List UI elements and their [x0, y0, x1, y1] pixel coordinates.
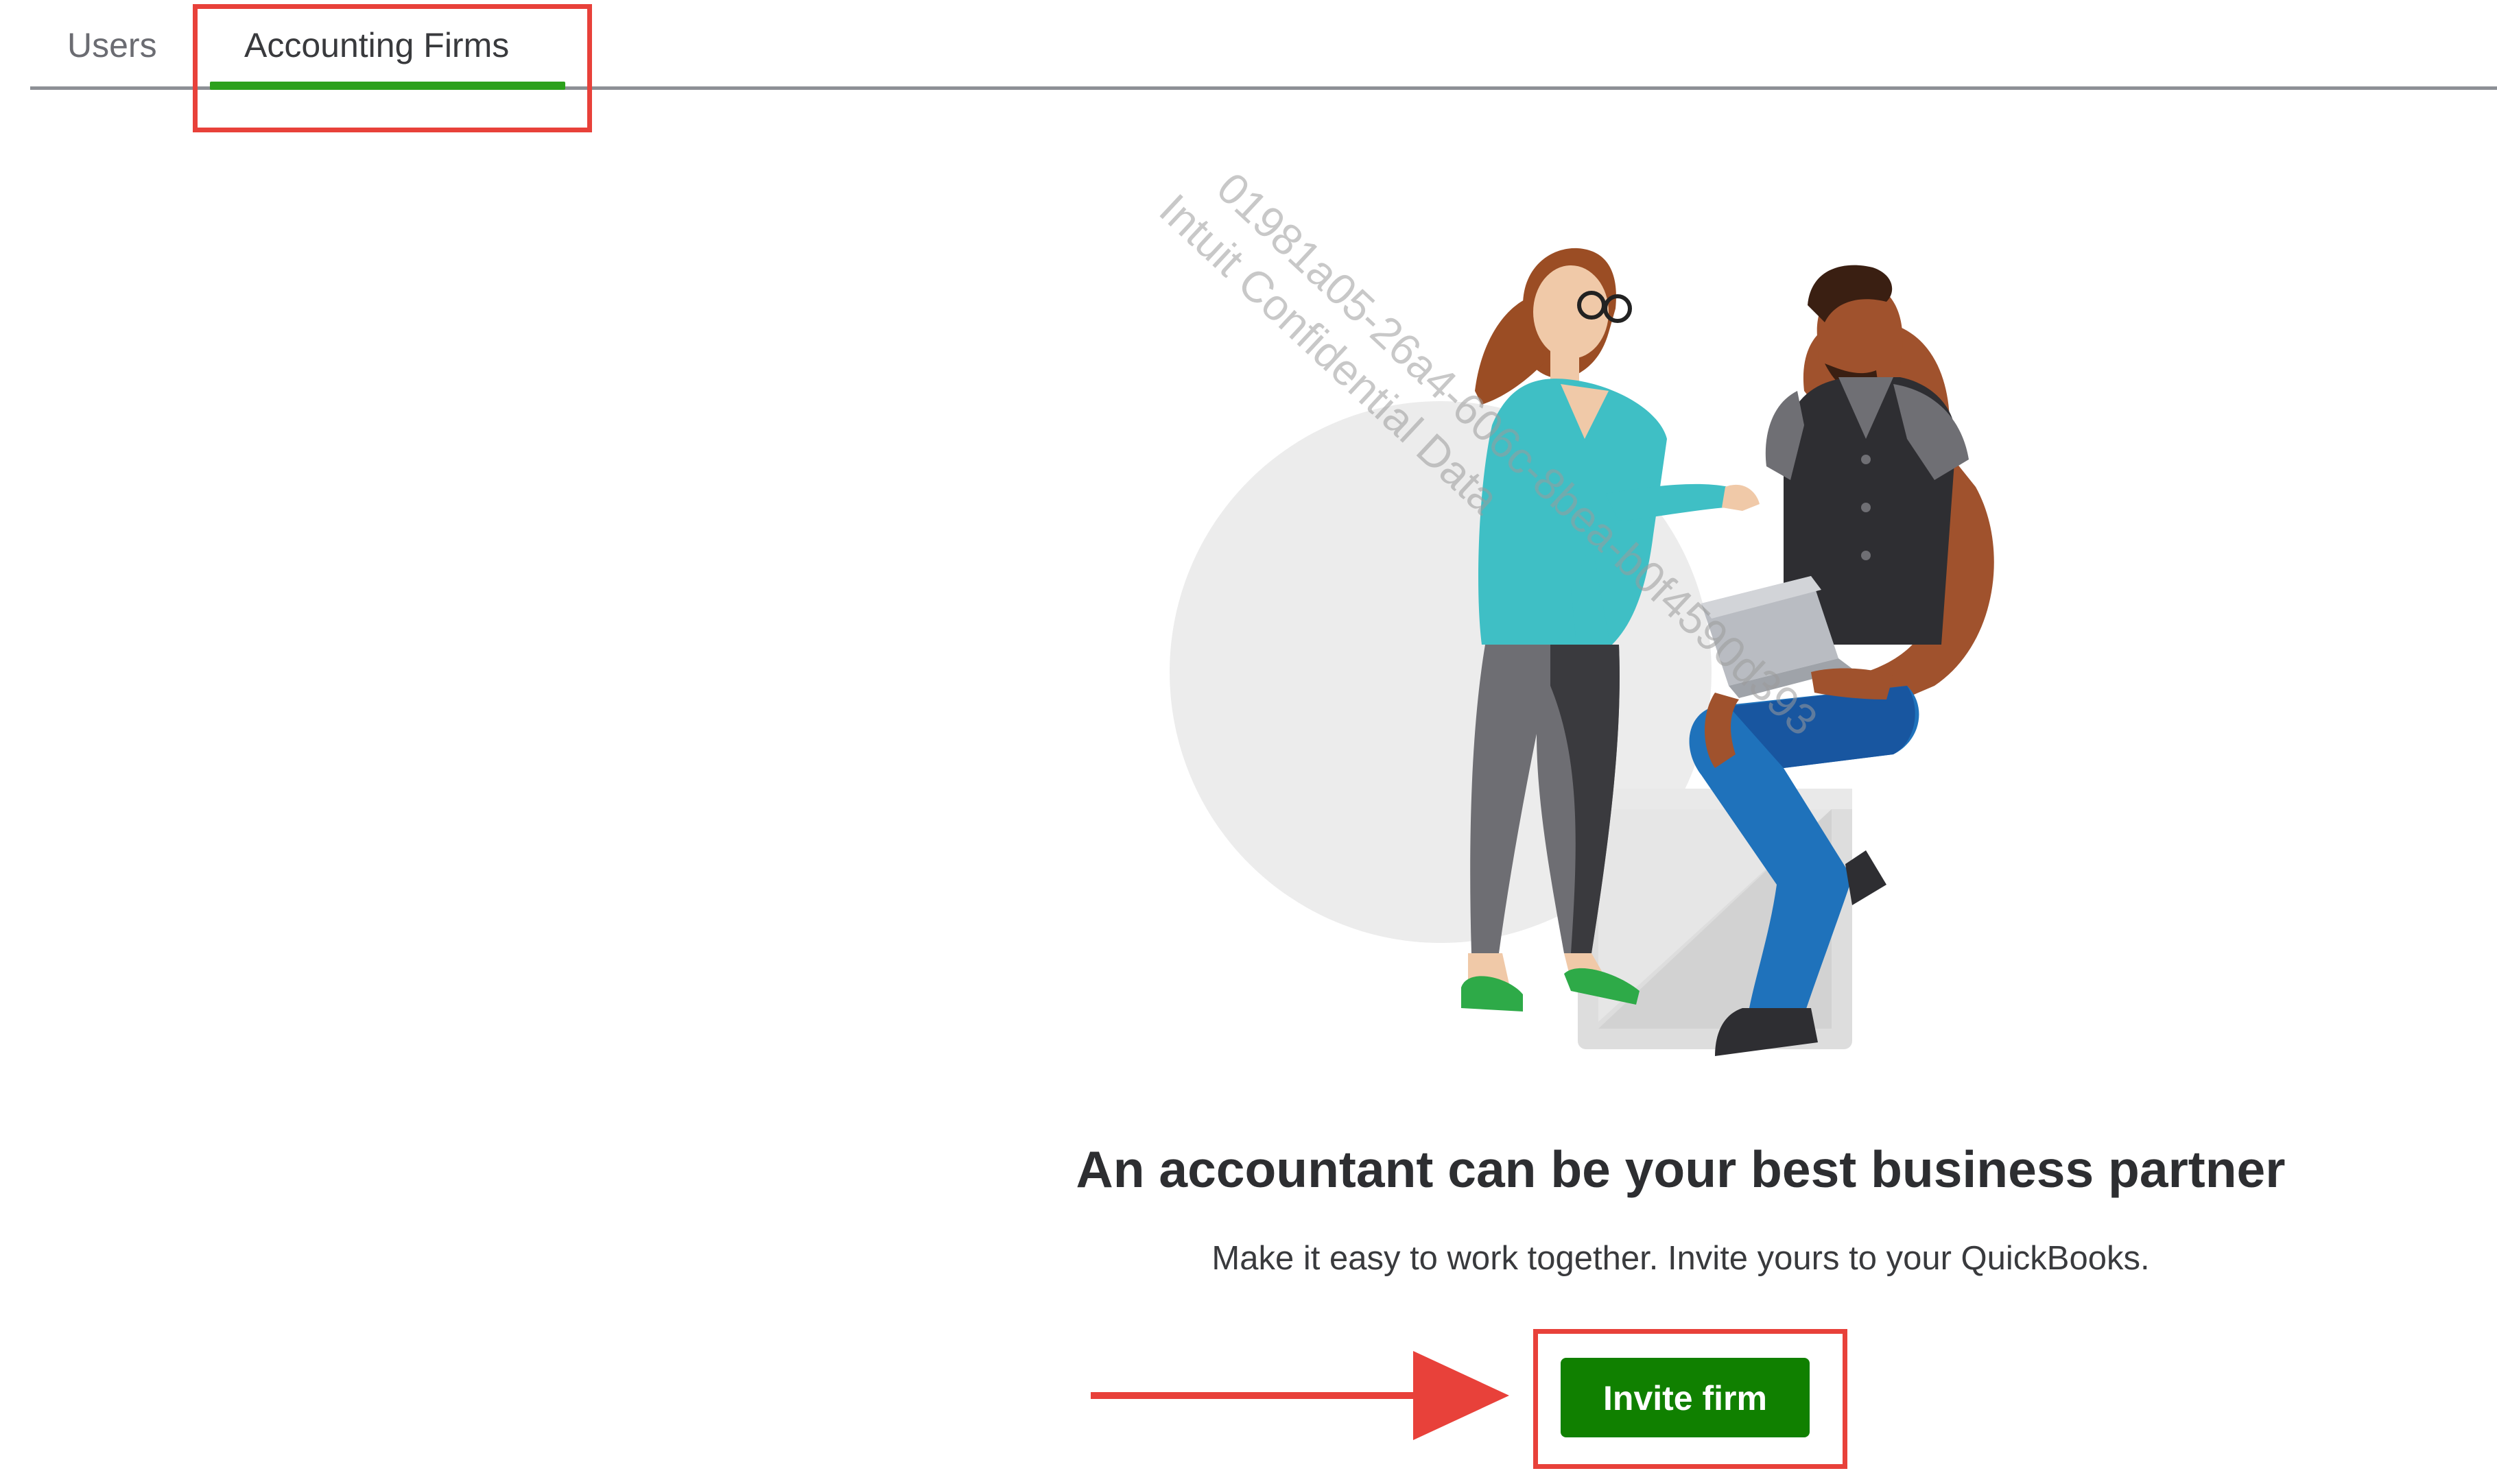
empty-state-subtext: Make it easy to work together. Invite yo…	[1211, 1240, 2150, 1277]
tab-bar: Users Accounting Firms	[0, 0, 2497, 91]
tab-users[interactable]: Users	[67, 25, 157, 66]
tab-accounting-firms[interactable]: Accounting Firms	[244, 25, 509, 66]
active-tab-indicator	[210, 82, 565, 90]
accountant-illustration: 01981a05-26a4-606c-8bea-b0f4590d393 Intu…	[1150, 165, 1994, 1056]
empty-state-headline: An accountant can be your best business …	[1076, 1140, 2286, 1198]
red-arrow-annotation	[1091, 1351, 1509, 1440]
invite-firm-button[interactable]: Invite firm	[1561, 1358, 1810, 1437]
